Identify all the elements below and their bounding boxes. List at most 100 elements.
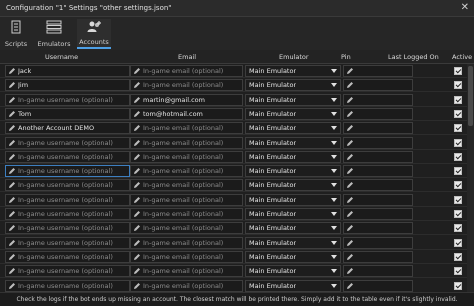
- active-checkbox[interactable]: [454, 81, 462, 90]
- column-header-active[interactable]: Active: [452, 53, 472, 61]
- email-field[interactable]: In-game email (optional): [130, 208, 243, 220]
- pin-field[interactable]: [343, 136, 413, 149]
- active-checkbox[interactable]: [454, 138, 462, 147]
- active-checkbox[interactable]: [454, 224, 462, 233]
- username-field[interactable]: In-game username (optional): [5, 165, 130, 178]
- username-field[interactable]: Jack: [5, 65, 130, 77]
- username-field[interactable]: In-game username (optional): [5, 150, 130, 163]
- pin-field[interactable]: [343, 265, 413, 278]
- emulator-select[interactable]: Main Emulator: [245, 250, 341, 263]
- active-checkbox[interactable]: [454, 238, 462, 247]
- close-icon[interactable]: ✕: [461, 2, 469, 14]
- active-checkbox[interactable]: [454, 124, 462, 133]
- active-checkbox[interactable]: [454, 252, 462, 261]
- emulator-select[interactable]: Main Emulator: [245, 165, 341, 178]
- emulator-select[interactable]: Main Emulator: [245, 65, 341, 77]
- username-field[interactable]: In-game username (optional): [5, 136, 130, 149]
- active-checkbox[interactable]: [454, 109, 462, 118]
- emulator-select[interactable]: Main Emulator: [245, 79, 341, 92]
- email-field[interactable]: In-game email (optional): [130, 222, 243, 235]
- email-field[interactable]: In-game email (optional): [130, 165, 243, 178]
- active-checkbox[interactable]: [454, 181, 462, 190]
- pin-field[interactable]: [343, 79, 413, 92]
- column-header-emulator[interactable]: Emulator: [279, 53, 309, 61]
- vertical-scrollbar[interactable]: [467, 64, 474, 292]
- chevron-down-icon: [331, 269, 337, 274]
- email-field[interactable]: In-game email (optional): [130, 193, 243, 206]
- username-field[interactable]: In-game username (optional): [5, 179, 130, 192]
- pin-field[interactable]: [343, 165, 413, 178]
- emulator-select[interactable]: Main Emulator: [245, 122, 341, 135]
- email-field[interactable]: In-game email (optional): [130, 65, 243, 77]
- tab-emulators[interactable]: Emulators: [34, 19, 74, 49]
- username-field[interactable]: Another Account DEMO: [5, 122, 130, 135]
- emulator-select[interactable]: Main Emulator: [245, 265, 341, 278]
- email-field[interactable]: In-game email (optional): [130, 150, 243, 163]
- active-checkbox[interactable]: [454, 67, 462, 75]
- pin-field[interactable]: [343, 179, 413, 192]
- email-field[interactable]: martin@gmail.com: [130, 93, 243, 106]
- tab-scripts[interactable]: Scripts: [2, 19, 30, 49]
- username-text: Jim: [18, 81, 29, 90]
- column-header-last-logged-on[interactable]: Last Logged On: [388, 53, 439, 61]
- emulator-select[interactable]: Main Emulator: [245, 193, 341, 206]
- pin-field[interactable]: [343, 236, 413, 249]
- emulator-select[interactable]: Main Emulator: [245, 136, 341, 149]
- active-checkbox[interactable]: [454, 152, 462, 161]
- emulator-select[interactable]: Main Emulator: [245, 107, 341, 120]
- username-field[interactable]: Tom: [5, 107, 130, 120]
- email-field[interactable]: In-game email (optional): [130, 250, 243, 263]
- pin-field[interactable]: [343, 193, 413, 206]
- email-field[interactable]: In-game email (optional): [130, 265, 243, 278]
- scrollbar-thumb[interactable]: [468, 66, 473, 126]
- pin-field[interactable]: [343, 250, 413, 263]
- emulator-selected-value: Main Emulator: [249, 238, 297, 247]
- email-field[interactable]: In-game email (optional): [130, 136, 243, 149]
- pin-field[interactable]: [343, 150, 413, 163]
- emulator-select[interactable]: Main Emulator: [245, 93, 341, 106]
- pin-field[interactable]: [343, 122, 413, 135]
- email-field[interactable]: tom@hotmail.com: [130, 107, 243, 120]
- active-checkbox[interactable]: [454, 95, 462, 104]
- emulator-select[interactable]: Main Emulator: [245, 179, 341, 192]
- username-field[interactable]: In-game username (optional): [5, 93, 130, 106]
- pencil-icon: [134, 139, 140, 146]
- pin-field[interactable]: [343, 279, 413, 292]
- column-header-username[interactable]: Username: [45, 53, 78, 61]
- username-field[interactable]: In-game username (optional): [5, 250, 130, 263]
- username-field[interactable]: In-game username (optional): [5, 222, 130, 235]
- email-field[interactable]: In-game email (optional): [130, 79, 243, 92]
- pencil-icon: [134, 82, 140, 89]
- username-field[interactable]: In-game username (optional): [5, 193, 130, 206]
- column-header-pin[interactable]: Pin: [341, 53, 351, 61]
- username-field[interactable]: Jim: [5, 79, 130, 92]
- pin-field[interactable]: [343, 107, 413, 120]
- username-field[interactable]: In-game username (optional): [5, 208, 130, 220]
- active-checkbox[interactable]: [454, 167, 462, 176]
- email-field[interactable]: In-game email (optional): [130, 236, 243, 249]
- column-header-email[interactable]: Email: [178, 53, 196, 61]
- active-checkbox[interactable]: [454, 210, 462, 218]
- emulator-select[interactable]: Main Emulator: [245, 208, 341, 220]
- pin-field[interactable]: [343, 222, 413, 235]
- pin-field[interactable]: [343, 208, 413, 220]
- email-field[interactable]: In-game email (optional): [130, 179, 243, 192]
- active-checkbox[interactable]: [454, 281, 462, 290]
- emulator-select[interactable]: Main Emulator: [245, 279, 341, 292]
- active-checkbox[interactable]: [454, 195, 462, 204]
- tab-accounts[interactable]: Accounts: [77, 19, 111, 49]
- email-field[interactable]: In-game email (optional): [130, 279, 243, 292]
- emulator-selected-value: Main Emulator: [249, 67, 297, 75]
- email-field[interactable]: In-game email (optional): [130, 122, 243, 135]
- active-checkbox[interactable]: [454, 267, 462, 276]
- emulator-select[interactable]: Main Emulator: [245, 222, 341, 235]
- emulator-select[interactable]: Main Emulator: [245, 150, 341, 163]
- pin-field[interactable]: [343, 93, 413, 106]
- pin-field[interactable]: [343, 65, 413, 77]
- emulator-select[interactable]: Main Emulator: [245, 236, 341, 249]
- username-field[interactable]: In-game username (optional): [5, 279, 130, 292]
- username-field[interactable]: In-game username (optional): [5, 236, 130, 249]
- username-field[interactable]: In-game username (optional): [5, 265, 130, 278]
- username-text: In-game username (optional): [18, 267, 113, 276]
- email-text: In-game email (optional): [143, 81, 224, 90]
